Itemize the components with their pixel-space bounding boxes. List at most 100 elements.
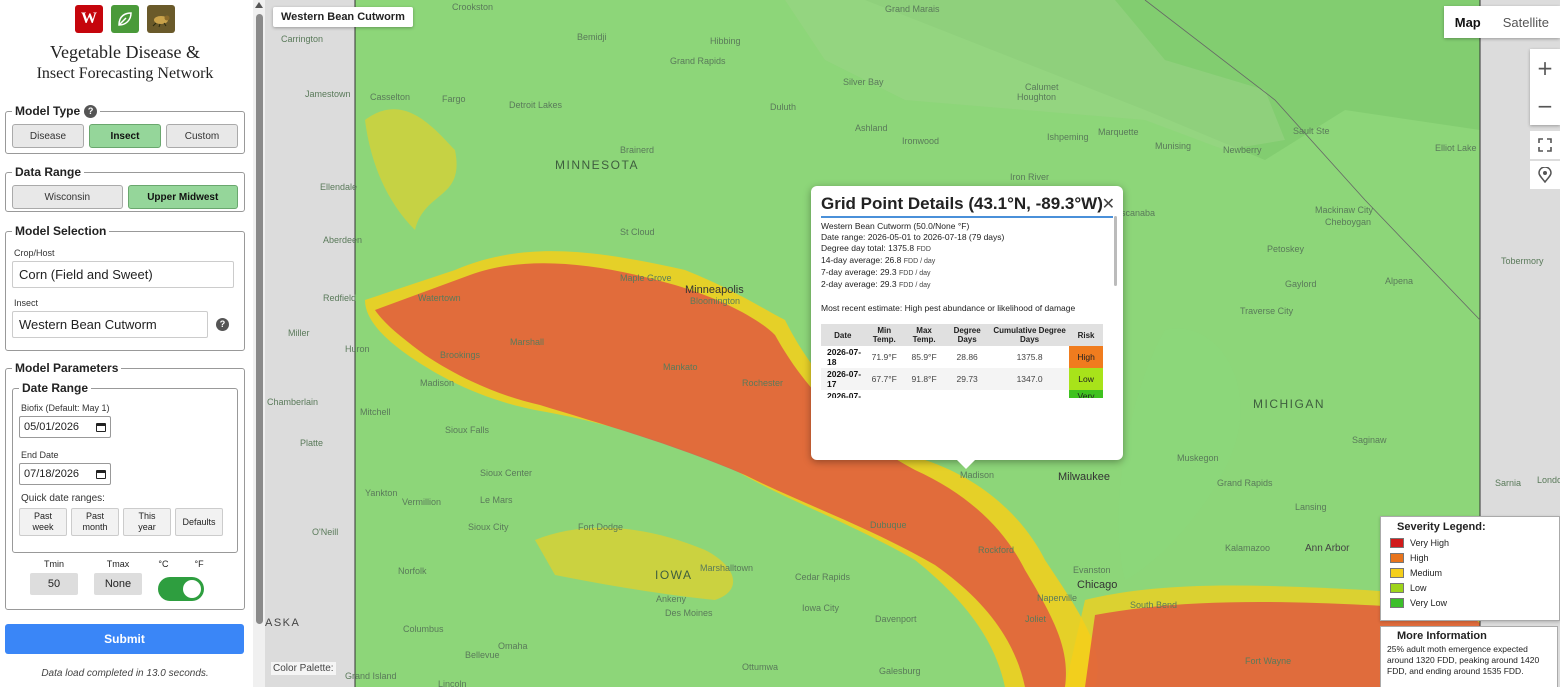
risk-table-scroll[interactable]: Date Min Temp. Max Temp. Degree Days Cum…	[821, 314, 1113, 398]
legend-item: Medium	[1390, 568, 1553, 578]
data-range-wisconsin-button[interactable]: Wisconsin	[12, 185, 123, 209]
scroll-up-arrow-icon[interactable]	[255, 2, 263, 8]
popup-date-range: Date range: 2026-05-01 to 2026-07-18 (79…	[821, 232, 1113, 243]
legend-rows: Very High High Medium Low Very Low	[1387, 538, 1553, 608]
map-label-detroit-lakes: Detroit Lakes	[509, 100, 563, 110]
model-type-insect-button[interactable]: Insect	[89, 124, 161, 148]
avg7-value: 29.3	[880, 267, 897, 277]
past-month-button[interactable]: Past month	[71, 508, 119, 536]
map-label-grand-island: Grand Island	[345, 671, 397, 681]
popup-scrollbar[interactable]	[1114, 216, 1117, 286]
map-label-madison-sd: Madison	[420, 378, 455, 388]
popup-avg14: 14-day average: 26.8 FDD / day	[821, 255, 1113, 267]
this-year-button[interactable]: This year	[123, 508, 171, 536]
biofix-date-value: 05/01/2026	[24, 421, 80, 433]
map-label-des-moines: Des Moines	[665, 608, 713, 618]
end-date-input[interactable]: 07/18/2026	[19, 463, 111, 485]
crop-select[interactable]: Corn (Field and Sweet)	[12, 261, 234, 288]
insect-logo[interactable]	[147, 5, 175, 33]
more-info-title: More Information	[1397, 630, 1487, 642]
tmax-input[interactable]: None	[94, 573, 142, 595]
avg14-unit: FDD / day	[903, 258, 936, 265]
row-risk: Low	[1069, 368, 1103, 390]
calendar-icon[interactable]	[96, 422, 106, 432]
map-label-fargo: Fargo	[442, 94, 466, 104]
map-label-cedar-rapids: Cedar Rapids	[795, 572, 851, 582]
uw-crest-logo[interactable]: W	[75, 5, 103, 33]
col-min-temp: Min Temp.	[864, 324, 904, 346]
this-year-line1: This	[138, 511, 156, 521]
quick-ranges-label: Quick date ranges:	[21, 493, 105, 504]
date-range-legend: Date Range	[22, 381, 89, 395]
tmin-input[interactable]: 50	[30, 573, 78, 595]
popup-title: Grid Point Details (43.1°N, -89.3°W)	[821, 194, 1113, 218]
zoom-in-button[interactable]: +	[1530, 49, 1560, 87]
map-label-minnesota: MINNESOTA	[555, 158, 639, 172]
avg14-label: 14-day average:	[821, 255, 883, 265]
model-type-disease-button[interactable]: Disease	[12, 124, 84, 148]
past-week-button[interactable]: Past week	[19, 508, 67, 536]
submit-button[interactable]: Submit	[5, 624, 244, 654]
row-cumulative-dd: 1317.2	[990, 390, 1069, 398]
map-label-marshalltown: Marshalltown	[700, 563, 754, 573]
map-label-ironwood: Ironwood	[902, 136, 940, 146]
popup-avg7: 7-day average: 29.3 FDD / day	[821, 267, 1113, 279]
map-label-elliot-lake: Elliot Lake	[1435, 143, 1477, 153]
map-label-traverse: Traverse City	[1240, 306, 1294, 316]
recent-label: Most recent estimate:	[821, 303, 903, 313]
date-range-value: 2026-05-01 to 2026-07-18 (79 days)	[867, 232, 1005, 242]
popup-body: Western Bean Cutworm (50.0/None °F) Date…	[821, 221, 1113, 314]
row-max-temp: 90.0°F	[904, 390, 944, 398]
map-label-lincoln: Lincoln	[438, 679, 467, 687]
row-risk: Very Low	[1069, 390, 1103, 398]
insect-help-icon[interactable]: ?	[216, 318, 229, 331]
map-label-bloomington: Bloomington	[690, 296, 741, 306]
map-label-cheboygan: Cheboygan	[1325, 217, 1372, 227]
legend-swatch	[1390, 538, 1404, 548]
model-parameters-legend: Model Parameters	[15, 361, 119, 375]
date-range-group: Date Range Biofix (Default: May 1) 05/01…	[12, 381, 238, 553]
sidebar-scrollbar[interactable]	[253, 0, 265, 687]
map-label-brookings: Brookings	[440, 350, 481, 360]
biofix-date-input[interactable]: 05/01/2026	[19, 416, 111, 438]
map-label-maple-grove: Maple Grove	[620, 273, 672, 283]
col-date: Date	[821, 324, 865, 346]
avg2-label: 2-day average:	[821, 279, 878, 289]
this-year-line2: year	[138, 522, 156, 532]
map-type-satellite-button[interactable]: Satellite	[1491, 6, 1560, 38]
model-type-custom-button[interactable]: Custom	[166, 124, 238, 148]
map-type-map-button[interactable]: Map	[1443, 6, 1492, 38]
map-label-aberdeen: Aberdeen	[323, 235, 363, 245]
map-view[interactable]: Crookston Grand Marais Carrington Bemidj…	[265, 0, 1560, 687]
app-root: W Vegetable Disease & Insect Forecasting…	[0, 0, 1560, 687]
map-label-ottumwa: Ottumwa	[742, 662, 779, 672]
past-week-line1: Past	[33, 511, 52, 521]
legend-item: Very High	[1390, 538, 1553, 548]
help-icon[interactable]: ?	[84, 104, 98, 118]
map-label-galesburg: Galesburg	[879, 666, 921, 676]
defaults-button[interactable]: Defaults	[175, 508, 223, 536]
close-icon[interactable]: ✕	[1102, 194, 1115, 214]
scroll-thumb[interactable]	[256, 14, 263, 624]
map-label-calumet: Calumet	[1025, 82, 1059, 92]
unit-toggle[interactable]	[158, 577, 204, 601]
location-pin-icon[interactable]	[1530, 161, 1560, 189]
tmax-label: Tmax	[106, 559, 130, 569]
more-info-text: 25% adult moth emergence expected around…	[1387, 644, 1540, 676]
legend-swatch	[1390, 553, 1404, 563]
row-date: 2026-07-18	[827, 347, 862, 367]
calendar-icon[interactable]	[96, 469, 106, 479]
map-label-michigan: MICHIGAN	[1253, 397, 1325, 411]
leaf-logo[interactable]	[111, 5, 139, 33]
data-range-upper-midwest-button[interactable]: Upper Midwest	[127, 185, 238, 209]
map-label-casselton: Casselton	[370, 92, 411, 102]
popup-recent-estimate: Most recent estimate: High pest abundanc…	[821, 303, 1113, 314]
grid-point-popup[interactable]: Grid Point Details (43.1°N, -89.3°W) ✕ W…	[811, 186, 1123, 469]
legend-item: Very Low	[1390, 598, 1553, 608]
avg14-value: 26.8	[884, 255, 902, 265]
legend-label: Very High	[1410, 538, 1450, 548]
row-max-temp: 85.9°F	[911, 352, 937, 362]
fullscreen-icon[interactable]	[1530, 131, 1560, 159]
insect-select[interactable]: Western Bean Cutworm	[12, 311, 208, 338]
zoom-out-button[interactable]: −	[1530, 87, 1560, 125]
